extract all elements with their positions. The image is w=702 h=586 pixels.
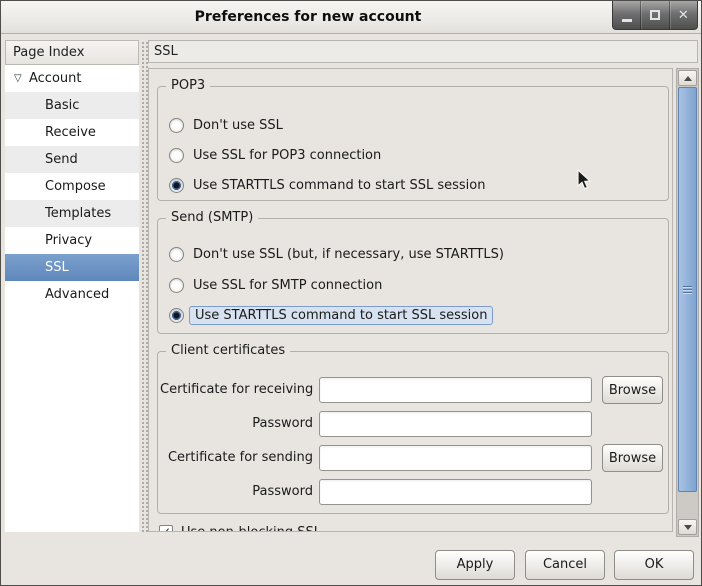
certificate-sending-input[interactable] [319,445,592,471]
non-blocking-ssl-label[interactable]: Use non-blocking SSL [181,525,321,533]
client-certificates-group: Client certificates Certificate for rece… [157,351,669,514]
close-icon: ✕ [678,9,689,22]
minimize-icon [622,19,632,22]
browse-sending-button[interactable]: Browse [602,444,663,472]
pop3-group: POP3 Don't use SSL Use SSL for POP3 conn… [157,86,669,201]
window-title: Preferences for new account [1,1,615,34]
sidebar-item-account[interactable]: ▽ Account [5,65,139,92]
radio-icon[interactable] [169,148,184,163]
maximize-button[interactable] [640,1,668,29]
preferences-dialog: Preferences for new account ✕ Page Index… [0,0,702,586]
titlebar[interactable]: Preferences for new account ✕ [1,1,701,34]
browse-receiving-button[interactable]: Browse [602,376,663,404]
non-blocking-ssl-checkbox-row[interactable]: ✓ Use non-blocking SSL [159,522,321,532]
sidebar-item-advanced[interactable]: Advanced [5,281,139,308]
sidebar-item-templates[interactable]: Templates [5,200,139,227]
radio-smtp-starttls[interactable]: Use STARTTLS command to start SSL sessio… [169,305,493,325]
radio-pop3-use-ssl[interactable]: Use SSL for POP3 connection [169,145,381,165]
certificates-group-title: Client certificates [166,343,290,358]
window-controls: ✕ [612,1,698,30]
scroll-down-icon [684,525,692,530]
radio-pop3-starttls[interactable]: Use STARTTLS command to start SSL sessio… [169,175,485,195]
radio-icon[interactable] [169,118,184,133]
maximize-icon [650,10,660,20]
page-title: SSL [148,40,698,63]
page-index-tree: ▽ Account Basic Receive Send Compose Tem… [5,65,139,532]
certificate-sending-label: Certificate for sending [160,448,313,468]
password-receiving-label: Password [160,414,313,434]
password-receiving-input[interactable] [319,411,592,437]
apply-button[interactable]: Apply [435,550,515,580]
ok-button[interactable]: OK [614,550,694,580]
radio-icon[interactable] [169,278,184,293]
certificate-receiving-input[interactable] [319,377,592,403]
scroll-up-button[interactable] [678,70,697,86]
password-sending-label: Password [160,482,313,502]
page-index-header[interactable]: Page Index [5,40,139,65]
radio-pop3-dont-use-ssl[interactable]: Don't use SSL [169,115,283,135]
sidebar-item-compose[interactable]: Compose [5,173,139,200]
vertical-scrollbar[interactable] [676,68,699,537]
sidebar-item-ssl[interactable]: SSL [5,254,139,281]
close-button[interactable]: ✕ [669,1,697,29]
sidebar-item-send[interactable]: Send [5,146,139,173]
cancel-button[interactable]: Cancel [525,550,605,580]
smtp-group-title: Send (SMTP) [166,210,258,225]
radio-selected-icon[interactable] [169,178,184,193]
scrollbar-thumb[interactable] [678,87,697,492]
checkbox-checked-icon[interactable]: ✓ [159,525,173,532]
pane-splitter[interactable] [140,40,148,532]
password-sending-input[interactable] [319,479,592,505]
certificate-receiving-label: Certificate for receiving [160,380,313,400]
sidebar-item-receive[interactable]: Receive [5,119,139,146]
thumb-grip-icon [683,286,692,294]
scroll-up-icon [684,76,692,81]
scroll-down-button[interactable] [678,519,697,535]
minimize-button[interactable] [613,1,640,29]
sidebar-item-basic[interactable]: Basic [5,92,139,119]
radio-selected-icon[interactable] [169,308,184,323]
sidebar-item-privacy[interactable]: Privacy [5,227,139,254]
smtp-group: Send (SMTP) Don't use SSL (but, if neces… [157,218,669,334]
radio-smtp-dont-use-ssl[interactable]: Don't use SSL (but, if necessary, use ST… [169,244,504,264]
pop3-group-title: POP3 [166,78,210,93]
radio-icon[interactable] [169,247,184,262]
radio-smtp-use-ssl[interactable]: Use SSL for SMTP connection [169,275,382,295]
settings-viewport: POP3 Don't use SSL Use SSL for POP3 conn… [148,68,673,532]
expander-icon[interactable]: ▽ [5,73,27,84]
